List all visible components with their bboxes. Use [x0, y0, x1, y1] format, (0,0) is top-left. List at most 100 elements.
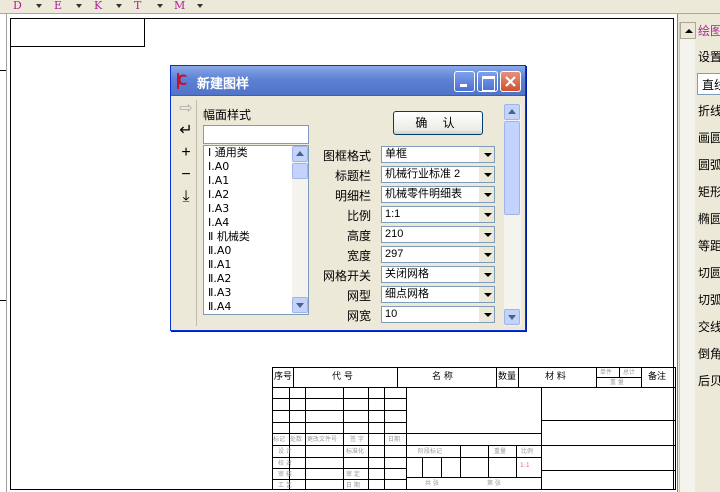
row-process: 工 艺 [278, 482, 292, 489]
header-material: 材 料 [545, 372, 566, 382]
chevron-down-icon[interactable] [479, 167, 494, 182]
arrow-right-icon[interactable]: ⇨ [177, 100, 195, 118]
chevron-down-icon[interactable] [479, 207, 494, 222]
grid-width-label: 网宽 [346, 309, 371, 323]
command-chamfer[interactable]: 倒角 [698, 343, 720, 365]
sheet-style-input[interactable] [203, 125, 309, 144]
title-bar-select[interactable]: 机械行业标准 2 [381, 166, 495, 183]
minimize-button[interactable] [454, 71, 475, 92]
height-select[interactable]: 210 [381, 226, 495, 243]
chevron-down-icon[interactable] [479, 267, 494, 282]
scroll-up-icon[interactable] [680, 22, 696, 39]
scroll-down-icon[interactable] [504, 309, 520, 325]
grid-type-select[interactable]: 细点网格 [381, 286, 495, 303]
chevron-down-icon[interactable] [479, 247, 494, 262]
confirm-button[interactable]: 确 认 [393, 111, 483, 135]
scroll-up-icon[interactable] [292, 146, 308, 162]
command-ellipse[interactable]: 椭圆 [698, 208, 720, 230]
chevron-down-icon[interactable] [479, 287, 494, 302]
width-label: 宽度 [346, 249, 371, 263]
enter-icon[interactable]: ↵ [177, 122, 195, 140]
width-select[interactable]: 297 [381, 246, 495, 263]
command-rectangle[interactable]: 矩形 [698, 181, 720, 203]
close-icon [505, 76, 516, 87]
menu-item-e[interactable]: E [54, 0, 62, 12]
add-icon[interactable]: + [177, 144, 195, 162]
dialog-toolbar: ⇨ ↵ + − ⤓ [175, 100, 197, 326]
header-serial: 序号 [274, 372, 293, 382]
list-item[interactable]: Ⅱ.A2 [208, 272, 231, 286]
chevron-down-icon[interactable] [479, 227, 494, 242]
label-approve: 审 定 [346, 471, 360, 478]
command-settings[interactable]: 设置 [698, 46, 720, 68]
scale-select[interactable]: 1:1 [381, 206, 495, 223]
list-item[interactable]: Ⅰ.A2 [208, 188, 229, 202]
remove-icon[interactable]: − [177, 166, 195, 184]
list-item[interactable]: Ⅱ 机械类 [208, 230, 250, 244]
sign-mark: 标记 [273, 436, 286, 443]
maximize-button[interactable] [477, 71, 498, 92]
form-scrollbar[interactable] [504, 104, 521, 326]
list-item[interactable]: Ⅰ.A1 [208, 174, 229, 188]
parts-list-label: 明细栏 [334, 189, 371, 203]
chevron-down-icon[interactable] [197, 4, 203, 8]
canvas-vertical-scrollbar[interactable] [679, 22, 696, 492]
menu-item-k[interactable]: K [94, 0, 102, 12]
chevron-down-icon[interactable] [76, 4, 82, 8]
command-tangent-circle[interactable]: 切圆 [698, 262, 720, 284]
chevron-down-icon[interactable] [479, 307, 494, 322]
command-intersect[interactable]: 交线 [698, 316, 720, 338]
scroll-thumb[interactable] [504, 121, 520, 215]
scroll-up-icon[interactable] [504, 104, 520, 120]
scale-label: 比例 [346, 209, 371, 223]
chevron-down-icon[interactable] [157, 4, 163, 8]
list-scrollbar[interactable] [292, 146, 308, 314]
header-total-weight: 总计 [623, 369, 636, 376]
frame-format-label: 图框格式 [322, 149, 371, 163]
menu-bar: D E K T M [0, 0, 720, 14]
list-item[interactable]: Ⅱ.A4 [208, 300, 231, 314]
grid-type-label: 网型 [346, 289, 371, 303]
command-offset[interactable]: 等距 [698, 235, 720, 257]
parts-list-select[interactable]: 机械零件明细表 [381, 186, 495, 203]
menu-item-m[interactable]: M [174, 0, 185, 12]
list-item[interactable]: Ⅱ.A1 [208, 258, 231, 272]
row-review: 审 核 [278, 471, 292, 478]
list-item[interactable]: Ⅱ.A0 [208, 244, 231, 258]
grid-width-select[interactable]: 10 [381, 306, 495, 323]
menu-item-d[interactable]: D [13, 0, 22, 12]
command-polyline[interactable]: 折线 [698, 100, 720, 122]
scroll-down-icon[interactable] [292, 297, 308, 313]
dialog-title-bar[interactable]: C 新建图样 [171, 66, 525, 96]
command-copy[interactable]: 后贝 [698, 370, 720, 392]
label-scale: 比例 [521, 448, 534, 455]
sign-signature: 签 字 [350, 436, 364, 443]
sheet-style-list[interactable]: Ⅰ 通用类 Ⅰ.A0 Ⅰ.A1 Ⅰ.A2 Ⅰ.A3 Ⅰ.A4 Ⅱ 机械类 Ⅱ.A… [203, 145, 309, 315]
chevron-down-icon[interactable] [479, 147, 494, 162]
close-button[interactable] [500, 71, 521, 92]
title-bar-label: 标题栏 [334, 169, 371, 183]
header-weight: 重 量 [610, 379, 624, 386]
command-draw[interactable]: 绘图 [698, 20, 720, 42]
command-line[interactable]: 直线 [697, 73, 720, 95]
command-tangent-arc[interactable]: 切弧 [698, 289, 720, 311]
label-total-sheets: 共 张 [425, 480, 439, 487]
command-arc[interactable]: 圆弧 [698, 154, 720, 176]
chevron-down-icon[interactable] [479, 187, 494, 202]
frame-format-select[interactable]: 单框 [381, 146, 495, 163]
scroll-thumb[interactable] [292, 163, 308, 179]
list-item[interactable]: Ⅰ.A3 [208, 202, 229, 216]
list-item[interactable]: Ⅱ.A3 [208, 286, 231, 300]
chevron-down-icon[interactable] [36, 4, 42, 8]
list-item[interactable]: Ⅰ.A4 [208, 216, 229, 230]
header-name: 名 称 [432, 372, 453, 382]
list-item[interactable]: Ⅰ 通用类 [208, 146, 248, 160]
new-drawing-dialog: C 新建图样 ⇨ ↵ + − ⤓ 幅面样式 Ⅰ 通用类 Ⅰ.A0 Ⅰ.A1 Ⅰ.… [170, 65, 526, 331]
grid-switch-select[interactable]: 关闭网格 [381, 266, 495, 283]
menu-item-t[interactable]: T [134, 0, 141, 12]
command-circle[interactable]: 画圆 [698, 127, 720, 149]
chevron-down-icon[interactable] [116, 4, 122, 8]
header-remark: 备注 [648, 372, 667, 382]
download-icon[interactable]: ⤓ [177, 188, 195, 206]
list-item[interactable]: Ⅰ.A0 [208, 160, 229, 174]
